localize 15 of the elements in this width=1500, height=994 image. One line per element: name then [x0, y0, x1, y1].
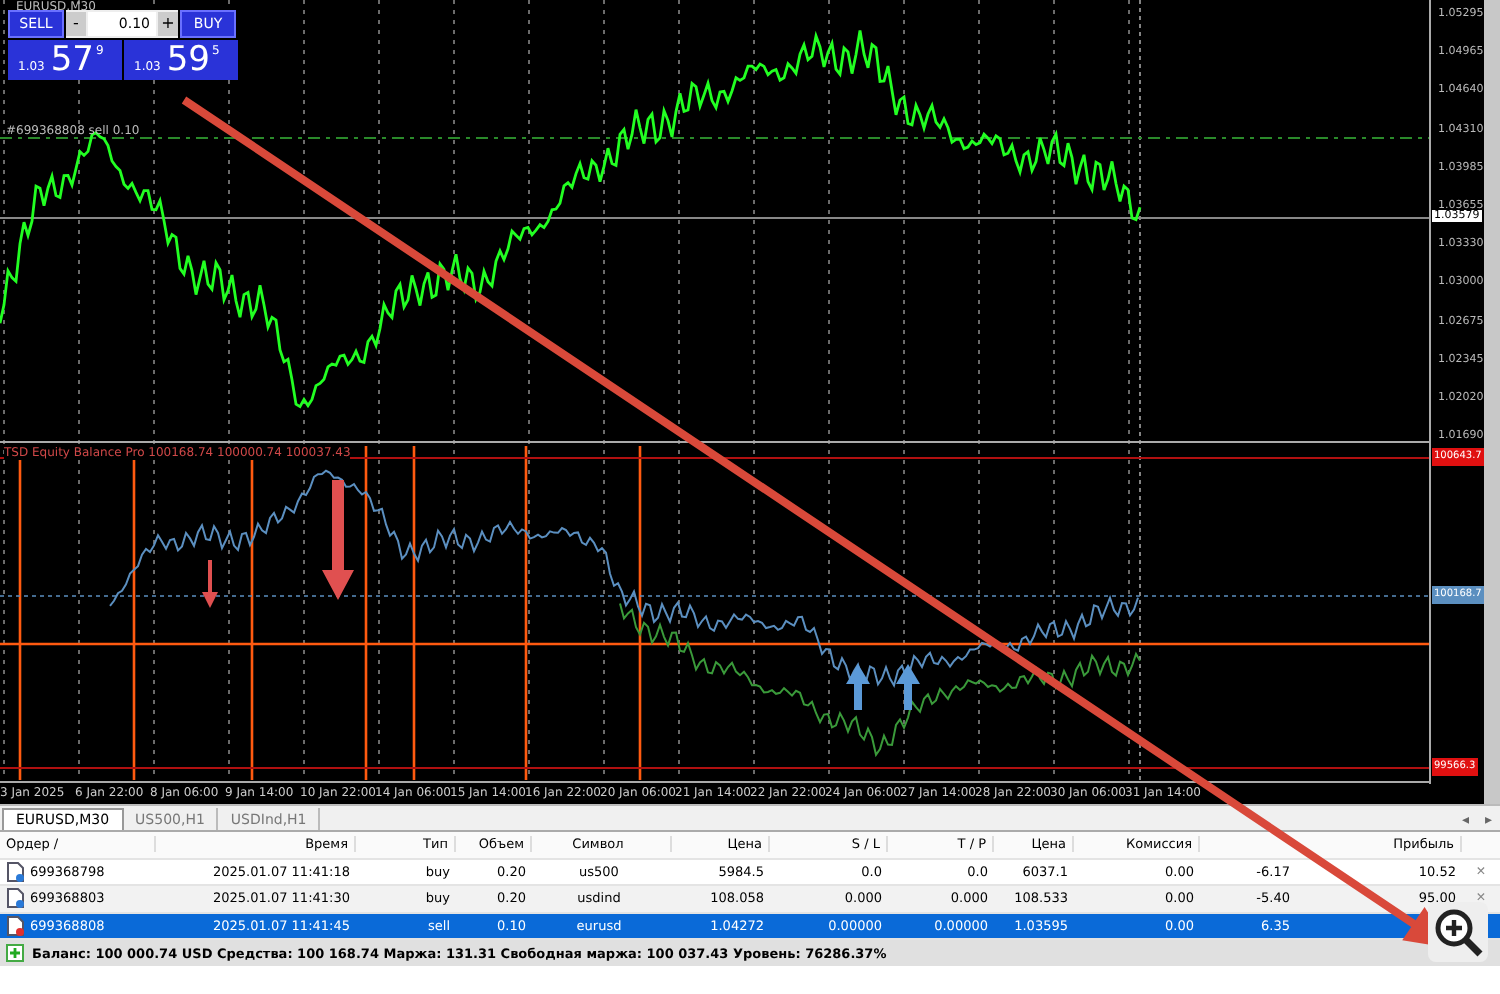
arrow-down-icon: [322, 480, 354, 600]
price-pips: 59: [166, 40, 210, 80]
plus-icon: [6, 944, 24, 962]
arrow-up-icon: [846, 664, 870, 710]
document-icon: [6, 915, 24, 936]
zoom-in-icon: [1432, 906, 1484, 958]
arrow-up-icon: [896, 664, 920, 710]
close-button[interactable]: ×: [1462, 861, 1500, 882]
increase-button[interactable]: +: [158, 12, 178, 36]
zoom-in-button[interactable]: [1428, 902, 1488, 962]
decrease-button[interactable]: -: [66, 12, 86, 36]
arrow-down-icon: [202, 560, 218, 608]
document-icon: [6, 888, 24, 909]
scrollbar[interactable]: [1484, 0, 1500, 804]
price-pips: 57: [50, 40, 94, 80]
